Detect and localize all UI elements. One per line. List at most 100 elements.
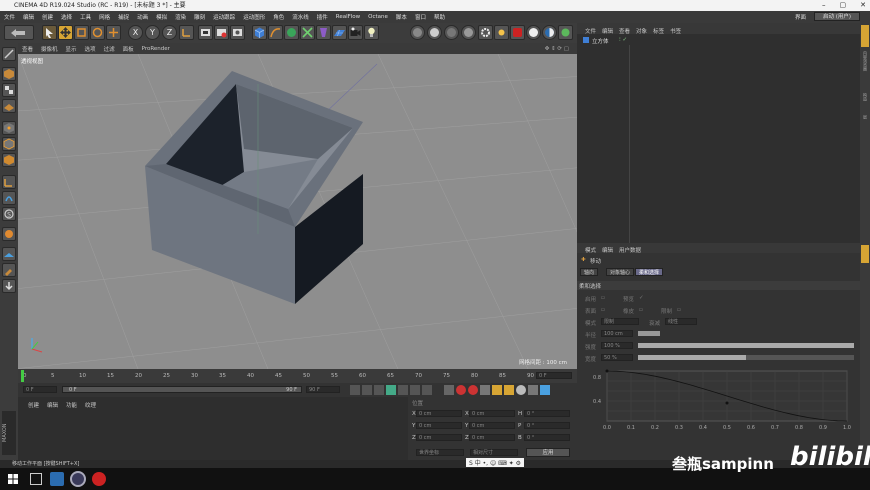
restrict-checkbox[interactable]: ▫ (677, 307, 681, 313)
key-pla-icon[interactable] (516, 385, 526, 395)
live-select-icon[interactable] (42, 25, 57, 40)
menu-simulate[interactable]: 模拟 (152, 13, 171, 21)
prev-frame-icon[interactable] (374, 385, 384, 395)
mat-menu-function[interactable]: 功能 (66, 401, 77, 409)
next-frame-icon[interactable] (398, 385, 408, 395)
strength-slider[interactable] (638, 343, 854, 348)
menu-help[interactable]: 帮助 (430, 13, 449, 21)
viewport-nav-icons[interactable]: ✥ ⇕ ⟳ ▢ (541, 46, 573, 52)
maximize-button[interactable]: ▢ (840, 0, 847, 11)
menu-realflow[interactable]: RealFlow (332, 14, 364, 20)
render-view-icon[interactable] (198, 25, 213, 40)
menu-animate[interactable]: 动画 (133, 13, 152, 21)
prev-key-icon[interactable] (362, 385, 372, 395)
apply-button[interactable]: 应用 (526, 448, 570, 457)
perspective-viewport[interactable]: 透视视图 网格间距 : 100 cm (18, 54, 577, 369)
start-frame-field[interactable]: 0 F (23, 386, 57, 393)
octane-settings-icon[interactable] (427, 25, 442, 40)
vp-menu-options[interactable]: 选项 (81, 45, 100, 53)
size-mode-select[interactable]: 相对尺寸 (470, 449, 518, 456)
right-tab-objects[interactable] (861, 25, 869, 47)
menu-plugins[interactable]: 插件 (313, 13, 332, 21)
goto-end-icon[interactable] (422, 385, 432, 395)
coord-value-field[interactable]: 0 cm (416, 434, 462, 441)
end-frame-field[interactable]: 90 F (306, 386, 340, 393)
brush-icon[interactable] (2, 263, 16, 277)
recorder-taskbar-icon[interactable] (92, 472, 106, 486)
render-settings-icon[interactable] (230, 25, 245, 40)
y-axis-button[interactable]: Y (145, 25, 160, 40)
undo-icon[interactable] (4, 25, 34, 40)
frame-range-slider[interactable]: 0 F 90 F (62, 386, 302, 393)
octane-sphere-icon[interactable] (526, 25, 541, 40)
coord-value-field[interactable]: 0 cm (469, 410, 515, 417)
mode-select[interactable]: 限制 (601, 318, 639, 325)
obj-menu-file[interactable]: 文件 (585, 27, 596, 35)
width-field[interactable]: 50 % (601, 354, 633, 361)
render-to-picture-viewer-icon[interactable] (214, 25, 229, 40)
vp-menu-view[interactable]: 查看 (18, 45, 37, 53)
z-axis-button[interactable]: Z (162, 25, 177, 40)
rubber-checkbox[interactable]: ▫ (639, 307, 643, 313)
floor-snap-icon[interactable] (2, 279, 16, 293)
rotate-icon[interactable] (90, 25, 105, 40)
menu-select[interactable]: 选择 (57, 13, 76, 21)
obj-menu-object[interactable]: 对象 (636, 27, 647, 35)
octane-material-icon[interactable] (444, 25, 459, 40)
menu-file[interactable]: 文件 (0, 13, 19, 21)
menu-script[interactable]: 脚本 (392, 13, 411, 21)
right-tab-layers[interactable]: 层 (862, 115, 868, 119)
ime-toolbar[interactable]: S 中 •, ☺ ⌨ ✦ ⚙ (466, 458, 525, 467)
width-slider[interactable] (638, 355, 854, 360)
menu-octane[interactable]: Octane (364, 14, 392, 20)
floor-icon[interactable] (332, 25, 347, 40)
menu-edit[interactable]: 编辑 (19, 13, 38, 21)
next-key-icon[interactable] (410, 385, 420, 395)
coord-system-select[interactable]: 世界坐标 (416, 449, 464, 456)
mat-menu-edit[interactable]: 编辑 (47, 401, 58, 409)
cinema4d-taskbar-icon[interactable] (70, 471, 86, 487)
vp-menu-panel[interactable]: 面板 (119, 45, 138, 53)
windows-start-icon[interactable] (8, 474, 18, 484)
cube-icon[interactable] (252, 25, 267, 40)
light-icon[interactable] (364, 25, 379, 40)
workplane-icon[interactable] (2, 99, 16, 113)
quantize-icon[interactable] (2, 227, 16, 241)
subdivision-icon[interactable] (284, 25, 299, 40)
array-icon[interactable] (300, 25, 315, 40)
obj-menu-tag[interactable]: 标签 (653, 27, 664, 35)
snap-icon[interactable]: S (2, 207, 16, 221)
object-name[interactable]: 立方体 (592, 37, 609, 45)
keyframe-icon[interactable] (480, 385, 490, 395)
object-visibility-icon[interactable]: ⁝ ✓ (619, 37, 627, 43)
mat-menu-texture[interactable]: 纹理 (85, 401, 96, 409)
attr-menu-userdata[interactable]: 用户数据 (619, 246, 641, 254)
move-icon[interactable] (58, 25, 73, 40)
record-key-icon[interactable] (456, 385, 466, 395)
radius-field[interactable]: 100 cm (601, 330, 633, 337)
vp-menu-camera[interactable]: 摄像机 (37, 45, 62, 53)
timeline-menu-icon[interactable] (540, 385, 550, 395)
obj-menu-bookmark[interactable]: 书签 (670, 27, 681, 35)
coord-value-field[interactable]: 0 cm (469, 434, 515, 441)
octane-gear-icon[interactable] (478, 25, 493, 40)
key-param-icon[interactable] (528, 385, 538, 395)
timeline-ruler[interactable]: 0 5 10 15 20 25 30 35 40 45 50 55 60 65 70 75 80 85 90 0 F (18, 369, 577, 383)
autokey-icon[interactable] (468, 385, 478, 395)
attr-menu-mode[interactable]: 模式 (585, 246, 596, 254)
tweak-icon[interactable] (2, 191, 16, 205)
make-editable-icon[interactable] (2, 47, 16, 61)
coord-value-field[interactable]: 0 ° (524, 410, 570, 417)
tab-axis[interactable]: 轴向 (580, 268, 599, 276)
texture-mode-icon[interactable] (2, 83, 16, 97)
scale-icon[interactable] (74, 25, 89, 40)
key-selection-icon[interactable] (444, 385, 454, 395)
vp-menu-prorender[interactable]: ProRender (138, 46, 174, 52)
key-position-icon[interactable] (492, 385, 502, 395)
coord-value-field[interactable]: 0 cm (416, 422, 462, 429)
menu-snap[interactable]: 捕捉 (114, 13, 133, 21)
coord-value-field[interactable]: 0 ° (524, 422, 570, 429)
close-button[interactable]: ✕ (860, 0, 866, 11)
model-mode-icon[interactable] (2, 67, 16, 81)
octane-sun-icon[interactable] (494, 25, 509, 40)
